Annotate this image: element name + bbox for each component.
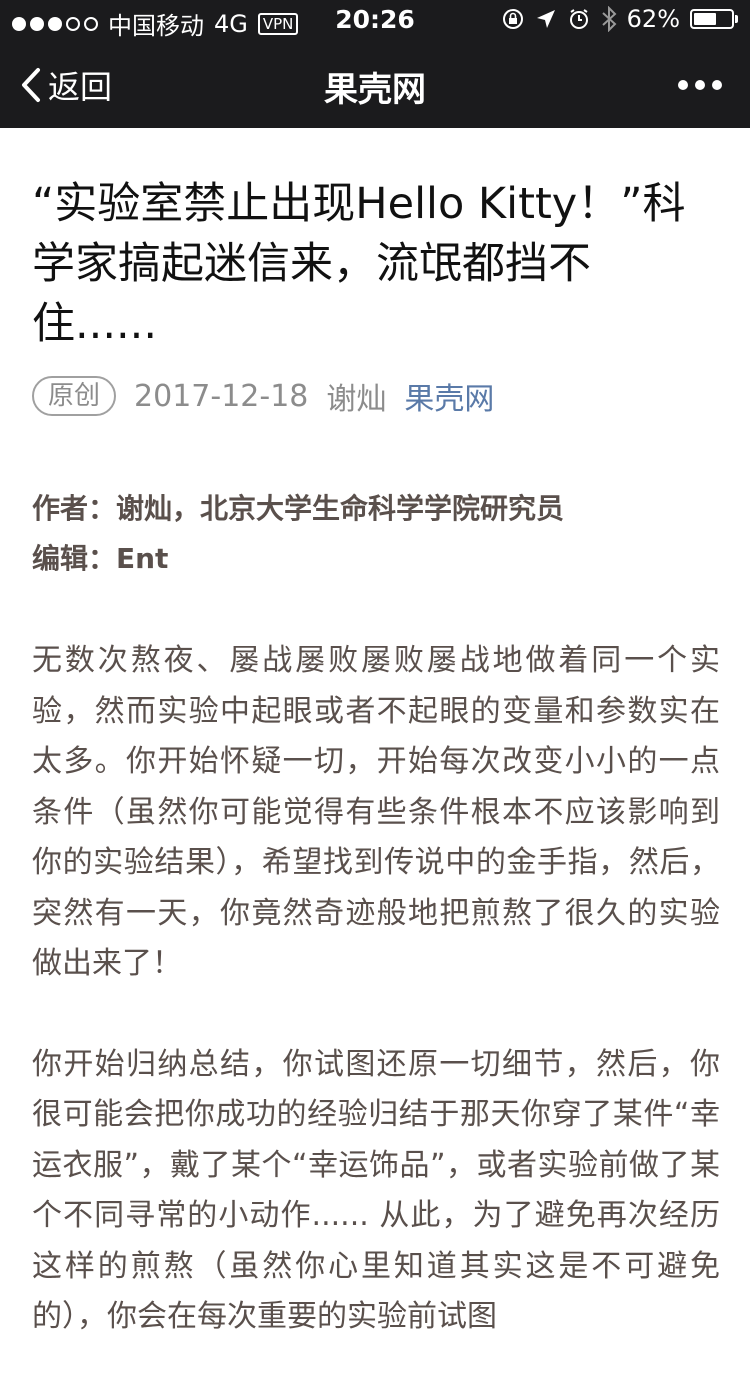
paragraph: 你开始归纳总结，你试图还原一切细节，然后，你很可能会把你成功的经验归结于那天你穿… [32,1046,720,1335]
more-dot-icon [695,80,705,90]
nav-bar: 返回 果壳网 [0,40,750,128]
nav-title: 果壳网 [324,70,426,110]
paragraph: 无数次熬夜、屡战屡败屡败屡战地做着同一个实验，然而实验中起眼或者不起眼的变量和参… [32,643,720,981]
battery-icon [690,9,734,29]
bluetooth-icon [601,6,617,32]
status-bar: 中国移动 4G VPN 20:26 62% [0,0,750,40]
more-options-button[interactable] [678,80,722,90]
more-dot-icon [678,80,688,90]
source-link[interactable]: 果壳网 [404,374,494,418]
location-icon [536,10,555,28]
publish-date: 2017-12-18 [134,378,309,414]
article-credits: 作者：谢灿，北京大学生命科学学院研究员 编辑：Ent [32,484,720,584]
credit-editor: 编辑：Ent [32,542,169,575]
status-right: 62% [501,5,738,33]
more-dot-icon [712,80,722,90]
article-title: “实验室禁止出现Hello Kitty！”科学家搞起迷信来，流氓都挡不住....… [32,179,686,349]
article-meta: 原创 2017-12-18 谢灿 果壳网 [32,374,720,418]
author-name: 谢灿 [326,382,387,417]
credit-author: 作者：谢灿，北京大学生命科学学院研究员 [32,492,565,525]
battery-percent: 62% [626,5,680,33]
alarm-icon [569,9,588,29]
orientation-lock-icon [502,9,523,29]
article: “实验室禁止出现Hello Kitty！”科学家搞起迷信来，流氓都挡不住....… [32,128,720,1373]
original-badge: 原创 [32,376,117,416]
